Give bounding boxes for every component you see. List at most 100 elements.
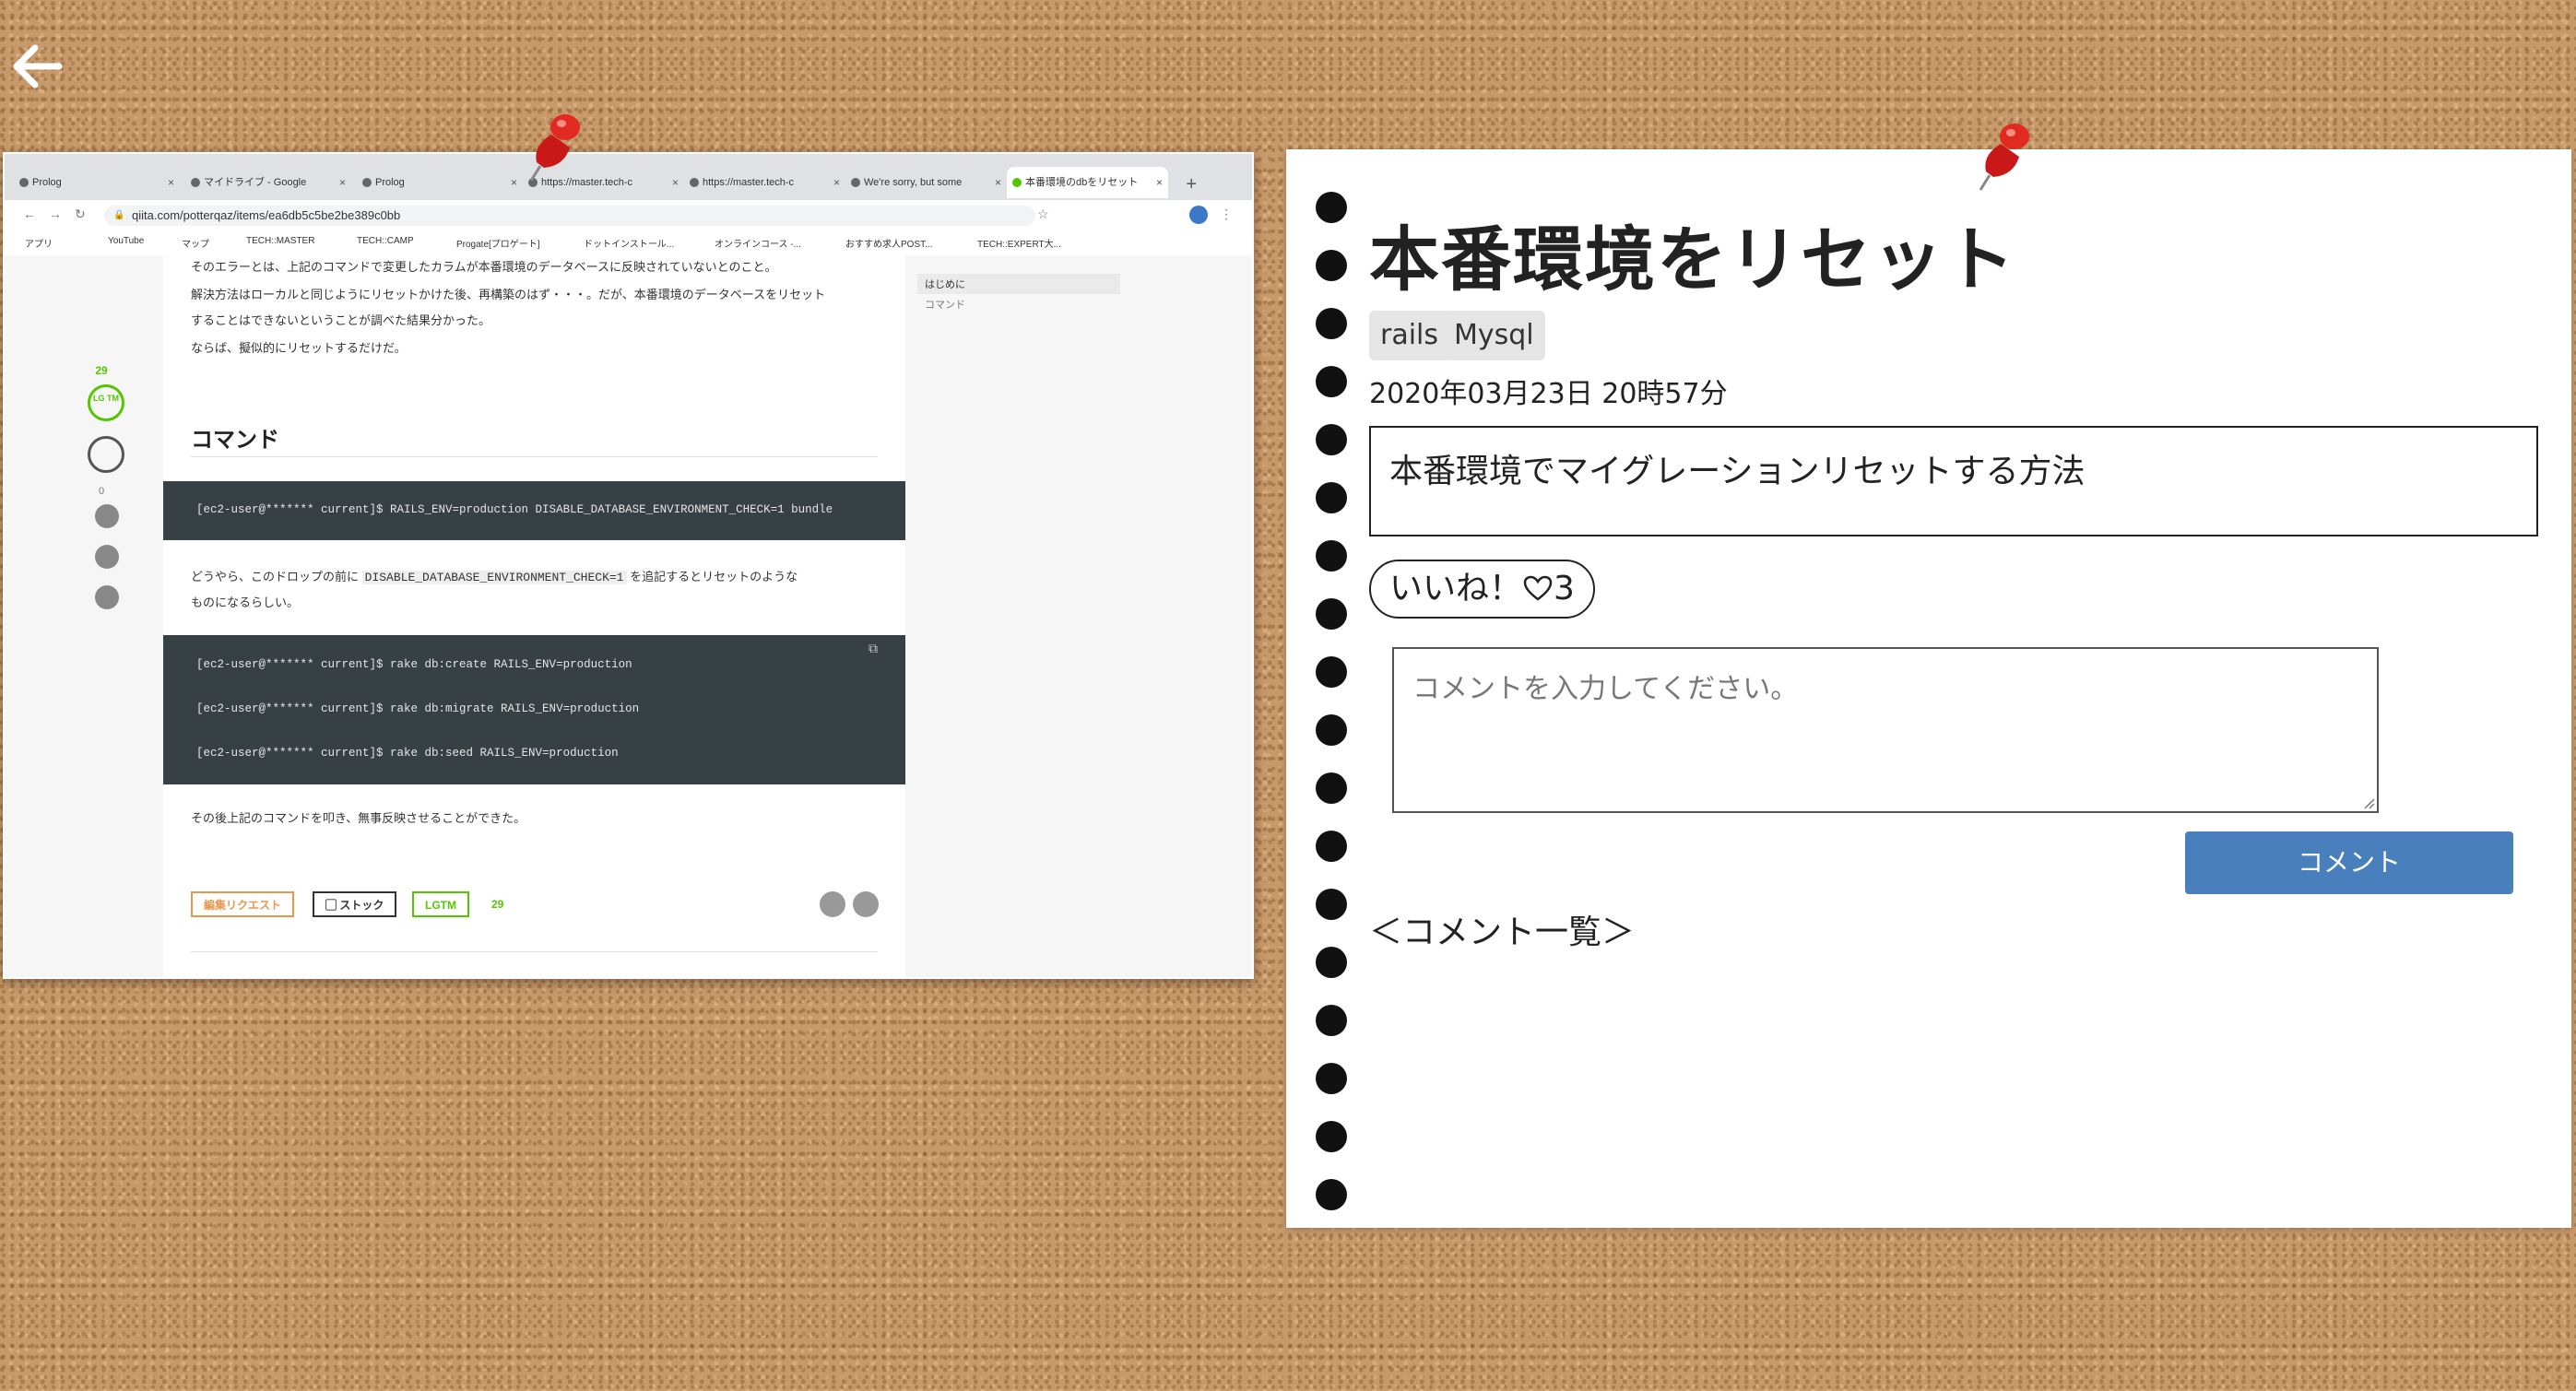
code-line: [ec2-user@******* current]$ rake db:seed… (196, 747, 619, 760)
menu-icon[interactable]: ⋮ (1220, 206, 1233, 222)
binder-hole (1316, 656, 1347, 688)
tab-label: マイドライブ - Google (204, 177, 307, 188)
close-icon[interactable]: × (1156, 167, 1163, 198)
browser-tab[interactable]: We're sorry, but some × (845, 167, 1007, 198)
tab-label: Prolog (32, 177, 62, 188)
browser-tab[interactable]: https://master.tech-c × (684, 167, 845, 198)
like-button[interactable]: いいね！ 3 (1369, 560, 1595, 619)
tag-badge[interactable]: Mysql (1443, 311, 1545, 360)
tab-favicon-icon (191, 178, 200, 187)
page-content: 29 LG TM 0 そのエラーとは、上記のコマンドで変更したカラムが本番環境の… (5, 255, 1252, 977)
bookmark-item[interactable]: おすすめ求人POST... (845, 236, 932, 250)
binder-hole (1316, 192, 1347, 223)
code-line: [ec2-user@******* current]$ rake db:crea… (196, 658, 632, 671)
browser-tab-bar: Prolog × マイドライブ - Google × Prolog × https:/… (5, 154, 1252, 200)
stock-icon: ▢ (325, 899, 340, 912)
binder-hole (1316, 1179, 1347, 1210)
close-icon[interactable]: × (833, 167, 840, 198)
facebook-icon[interactable] (95, 585, 119, 609)
copy-icon[interactable]: ⧉ (869, 642, 878, 657)
bookmark-item[interactable]: TECH::MASTER (246, 236, 314, 246)
post-title: 本番環境をリセット (1369, 218, 2016, 301)
resize-handle-icon[interactable] (2362, 796, 2375, 809)
comment-icon[interactable] (95, 504, 119, 528)
bookmark-item[interactable]: YouTube (108, 236, 144, 246)
paragraph: どうやら、このドロップの前に DISABLE_DATABASE_ENVIRONM… (191, 567, 798, 584)
side-lgtm-count: 29 (95, 364, 108, 377)
divider (191, 951, 878, 952)
avatar[interactable] (1189, 206, 1208, 224)
comment-placeholder: コメントを入力してください。 (1412, 673, 1799, 705)
stock-side-button[interactable] (88, 436, 124, 473)
binder-hole (1316, 1121, 1347, 1152)
section-heading: コマンド (191, 428, 279, 453)
bookmark-item[interactable]: TECH::EXPERT大... (977, 236, 1061, 250)
text: どうやら、このドロップの前に (191, 570, 360, 584)
toc-item[interactable]: はじめに (917, 274, 1120, 294)
qiita-screenshot: Prolog × マイドライブ - Google × Prolog × https:/… (3, 152, 1254, 979)
browser-tab[interactable]: Prolog × (357, 167, 523, 198)
reload-icon[interactable]: ↻ (75, 206, 86, 222)
close-icon[interactable]: × (995, 167, 1001, 198)
back-arrow-icon[interactable] (7, 39, 63, 94)
back-icon[interactable]: ← (23, 206, 36, 221)
new-tab-icon[interactable]: + (1186, 174, 1197, 195)
forward-icon[interactable]: → (49, 206, 62, 221)
url-text: qiita.com/potterqaz/items/ea6db5c5be2be3… (132, 208, 401, 222)
url-field[interactable]: 🔒 qiita.com/potterqaz/items/ea6db5c5be2be… (104, 206, 1035, 226)
side-comment-count: 0 (98, 486, 105, 497)
stock-label: ストック (339, 899, 384, 912)
code-block: ⧉ [ec2-user@******* current]$ rake db:cr… (163, 635, 905, 784)
tab-favicon-icon (19, 178, 29, 187)
paragraph: することはできないということが調べた結果分かった。 (191, 313, 491, 327)
like-count: 3 (1554, 570, 1575, 607)
divider (191, 456, 878, 457)
lgtm-count: 29 (491, 898, 504, 911)
tab-favicon-icon (690, 178, 699, 187)
twitter-icon[interactable] (820, 891, 845, 917)
close-icon[interactable]: × (672, 167, 679, 198)
bookmark-item[interactable]: オンラインコース -... (715, 236, 801, 250)
lgtm-side-icon: LG TM (93, 394, 119, 403)
close-icon[interactable]: × (168, 167, 174, 198)
bookmark-item[interactable]: アプリ (25, 236, 53, 250)
tag-badge[interactable]: rails (1369, 311, 1450, 360)
bookmark-item[interactable]: ドットインストール... (584, 236, 674, 250)
binder-hole (1316, 947, 1347, 978)
comment-input[interactable]: コメントを入力してください。 (1392, 647, 2379, 813)
edit-request-button[interactable]: 編集リクエスト (191, 891, 295, 917)
twitter-icon[interactable] (95, 545, 119, 569)
address-bar: ← → ↻ 🔒 qiita.com/potterqaz/items/ea6db5c… (5, 200, 1252, 230)
binder-hole (1316, 250, 1347, 281)
stock-button[interactable]: ▢ ストック (313, 891, 397, 917)
toc-item[interactable]: コマンド (917, 294, 1120, 314)
like-label: いいね！ (1389, 570, 1523, 607)
binder-hole (1316, 424, 1347, 455)
browser-tab[interactable]: マイドライブ - Google × (185, 167, 351, 198)
close-icon[interactable]: × (511, 167, 517, 198)
push-pin-icon (1973, 118, 2038, 195)
text: を追記するとリセットのような (630, 570, 798, 584)
star-icon[interactable]: ☆ (1037, 206, 1049, 222)
binder-hole (1316, 714, 1347, 746)
table-of-contents: はじめに コマンド (917, 274, 1120, 314)
push-pin-icon (524, 109, 588, 186)
facebook-icon[interactable] (853, 891, 879, 917)
code-block: [ec2-user@******* current]$ RAILS_ENV=pr… (163, 481, 905, 540)
bookmark-item[interactable]: マップ (182, 236, 209, 250)
binder-hole (1316, 540, 1347, 572)
post-date: 2020年03月23日 20時57分 (1369, 378, 1728, 410)
close-icon[interactable]: × (339, 167, 346, 198)
comment-list-heading: ＜コメント一覧＞ (1369, 914, 1636, 951)
lgtm-button[interactable]: LGTM (412, 891, 469, 917)
heart-icon (1523, 575, 1553, 601)
bookmark-item[interactable]: TECH::CAMP (357, 236, 414, 246)
binder-hole (1316, 889, 1347, 920)
bookmark-item[interactable]: Progate[プロゲート] (456, 236, 540, 250)
lgtm-side-button[interactable]: LG TM (88, 384, 124, 421)
browser-tab-active[interactable]: 本番環境のdbをリセット × (1007, 167, 1168, 198)
binder-hole (1316, 366, 1347, 397)
comment-submit-button[interactable]: コメント (2185, 831, 2513, 894)
tab-favicon-icon (362, 178, 372, 187)
browser-tab[interactable]: Prolog × (14, 167, 180, 198)
